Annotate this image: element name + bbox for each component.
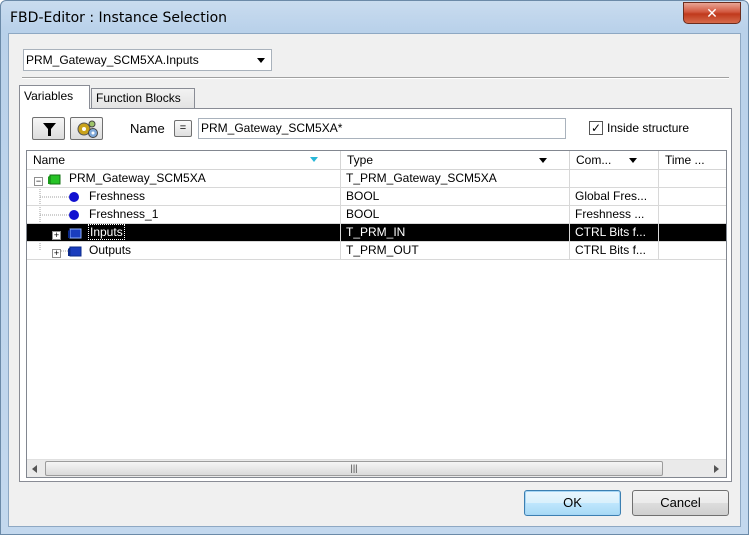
column-header-type[interactable]: Type [341,151,570,170]
row-type-cell: BOOL [341,188,570,206]
inside-structure-label: Inside structure [607,121,690,135]
chevron-down-icon[interactable] [539,158,547,163]
chevron-down-icon[interactable] [629,158,637,163]
scroll-left-icon[interactable] [32,465,38,473]
sort-indicator-icon [310,157,318,162]
ok-button[interactable]: OK [524,490,621,516]
column-header-name[interactable]: Name [27,151,341,170]
tab-variables[interactable]: Variables [19,85,90,109]
inside-structure-checkbox[interactable]: ✓ [589,121,603,135]
filter-button[interactable] [32,117,65,140]
row-type-cell: T_PRM_IN [341,224,570,242]
separator [22,77,729,79]
scroll-right-icon[interactable] [714,465,720,473]
variable-icon [69,210,79,220]
column-header-comment[interactable]: Com... [570,151,659,170]
column-header-comment-label: Com... [576,153,612,167]
row-comment-cell [570,170,659,188]
struct-icon [68,246,82,257]
struct-icon [48,174,61,185]
gears-icon [77,120,98,138]
window-title: FBD-Editor : Instance Selection [10,10,228,26]
column-header-type-label: Type [347,153,374,167]
row-type-cell: BOOL [341,206,570,224]
column-header-name-label: Name [33,153,66,167]
variable-icon [69,192,79,202]
expand-icon[interactable]: + [52,231,61,240]
chevron-down-icon[interactable] [257,58,265,63]
row-name-cell: PRM_Gateway_SCM5XA [27,170,341,188]
title-bar[interactable]: FBD-Editor : Instance Selection ✕ [1,1,748,35]
close-button[interactable]: ✕ [683,2,741,24]
expand-icon[interactable]: + [52,249,61,258]
row-time-cell [659,242,726,260]
struct-icon [68,228,82,239]
row-time-cell [659,224,726,242]
tab-function-blocks[interactable]: Function Blocks [91,88,195,108]
row-comment-cell: Global Fres... [570,188,659,206]
operator-button[interactable]: = [174,120,192,137]
checkmark-icon: ✓ [590,121,602,135]
dialog-client-area: PRM_Gateway_SCM5XA.Inputs Variables Func… [8,33,741,527]
collapse-icon[interactable]: − [34,177,43,186]
column-header-time-label: Time ... [665,153,705,167]
row-time-cell [659,206,726,224]
instance-combobox-value: PRM_Gateway_SCM5XA.Inputs [26,53,199,67]
scrollbar-thumb[interactable]: ||| [45,461,663,476]
row-time-cell [659,170,726,188]
row-comment-cell: Freshness ... [570,206,659,224]
variables-grid: Name Type Com... Time ... PRM_Gateway_SC… [26,150,727,478]
settings-button[interactable] [70,117,103,140]
variables-panel: Name = PRM_Gateway_SCM5XA* ✓ Inside stru… [19,108,732,482]
row-type-cell: T_PRM_Gateway_SCM5XA [341,170,570,188]
cancel-button[interactable]: Cancel [632,490,729,516]
row-name-text: Inputs [88,224,125,240]
name-filter-input[interactable]: PRM_Gateway_SCM5XA* [198,118,566,139]
dialog-window: FBD-Editor : Instance Selection ✕ PRM_Ga… [0,0,749,535]
column-header-time[interactable]: Time ... [659,151,726,170]
row-comment-cell: CTRL Bits f... [570,224,659,242]
name-filter-label: Name [130,121,165,136]
row-type-cell: T_PRM_OUT [341,242,570,260]
funnel-icon [43,123,56,136]
row-comment-cell: CTRL Bits f... [570,242,659,260]
instance-combobox[interactable]: PRM_Gateway_SCM5XA.Inputs [23,49,272,71]
row-time-cell [659,188,726,206]
horizontal-scrollbar[interactable]: ||| [27,459,726,477]
